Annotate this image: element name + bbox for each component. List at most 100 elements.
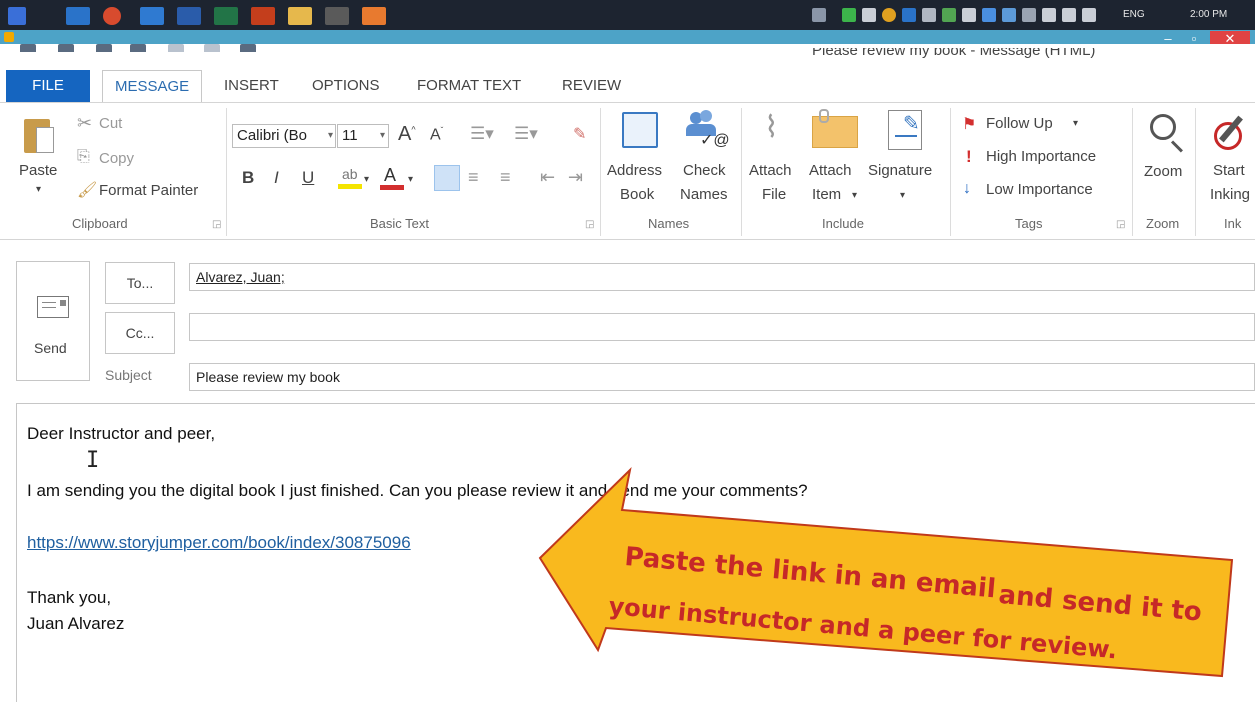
decrease-indent-icon[interactable]: ⇤: [540, 167, 555, 188]
cc-field[interactable]: [189, 313, 1255, 341]
tray-network-icon[interactable]: [942, 8, 956, 22]
body-signature[interactable]: Juan Alvarez: [27, 614, 124, 634]
cut-button[interactable]: Cut: [99, 115, 122, 132]
italic-button[interactable]: I: [274, 168, 279, 188]
highlight-icon[interactable]: ab: [338, 166, 362, 190]
tab-insert[interactable]: INSERT: [212, 70, 291, 102]
tray-volume-icon[interactable]: [862, 8, 876, 22]
highlight-dropdown-icon[interactable]: ▾: [364, 174, 369, 185]
tab-message[interactable]: MESSAGE: [102, 70, 203, 102]
signature-dropdown-icon[interactable]: ▾: [900, 190, 905, 201]
signature-icon[interactable]: ✎: [888, 110, 922, 150]
basic-text-launcher-icon[interactable]: ◲: [585, 219, 594, 230]
tray-signal-icon[interactable]: [1082, 8, 1096, 22]
tray-check-icon[interactable]: [842, 8, 856, 22]
body-paragraph[interactable]: I am sending you the digital book I just…: [27, 481, 808, 501]
attach-item-dropdown-icon[interactable]: ▾: [852, 190, 857, 201]
font-name-select[interactable]: Calibri (Bo ▾: [232, 124, 336, 148]
to-button[interactable]: To...: [105, 262, 175, 304]
align-right-icon[interactable]: ≡: [500, 167, 511, 188]
tray-people-icon[interactable]: [962, 8, 976, 22]
address-book-button[interactable]: Address: [607, 162, 662, 179]
qat-up-icon[interactable]: [168, 44, 184, 52]
font-size-select[interactable]: 11 ▾: [337, 124, 389, 148]
numbering-icon[interactable]: ☰▾: [514, 124, 538, 144]
tray-settings-icon[interactable]: [1042, 8, 1056, 22]
font-color-dropdown-icon[interactable]: ▾: [408, 174, 413, 185]
outlook-taskbar-icon[interactable]: [66, 7, 90, 25]
shrink-font-icon[interactable]: Aˇ: [430, 126, 443, 144]
paste-dropdown-icon[interactable]: ▾: [36, 184, 41, 195]
start-inking-button[interactable]: Start: [1213, 162, 1245, 179]
qat-customize-icon[interactable]: [240, 44, 256, 52]
copy-button[interactable]: Copy: [99, 150, 134, 167]
tray-chrome-icon[interactable]: [882, 8, 896, 22]
tray-keyboard-icon[interactable]: [812, 8, 826, 22]
attach-item-button[interactable]: Attach: [809, 162, 852, 179]
to-field[interactable]: Alvarez, Juan;: [189, 263, 1255, 291]
to-recipient[interactable]: Alvarez, Juan;: [196, 269, 285, 285]
align-left-icon[interactable]: [434, 165, 460, 191]
underline-button[interactable]: U: [302, 168, 314, 188]
high-importance-button[interactable]: High Importance: [986, 148, 1096, 165]
check-names-icon[interactable]: ✓@: [686, 110, 730, 150]
clipboard-launcher-icon[interactable]: ◲: [212, 219, 221, 230]
grow-font-icon[interactable]: A^: [398, 123, 416, 146]
attach-item-button-line2[interactable]: Item: [812, 186, 841, 203]
body-closing[interactable]: Thank you,: [27, 588, 111, 608]
tray-outlook-icon[interactable]: [902, 8, 916, 22]
ie-taskbar-icon[interactable]: [140, 7, 164, 25]
app-taskbar-icon[interactable]: [325, 7, 349, 25]
tab-format-text[interactable]: FORMAT TEXT: [405, 70, 533, 102]
tab-review[interactable]: REVIEW: [550, 70, 633, 102]
cc-button[interactable]: Cc...: [105, 312, 175, 354]
tray-sync-icon[interactable]: [1022, 8, 1036, 22]
qat-down-icon[interactable]: [204, 44, 220, 52]
tab-file[interactable]: FILE: [6, 70, 90, 102]
explorer-taskbar-icon[interactable]: [288, 7, 312, 25]
align-center-icon[interactable]: ≡: [468, 167, 479, 188]
clear-formatting-icon[interactable]: ✎: [573, 124, 586, 144]
qat-undo-icon[interactable]: [96, 44, 112, 52]
low-importance-button[interactable]: Low Importance: [986, 181, 1093, 198]
bullets-icon[interactable]: ☰▾: [470, 124, 494, 144]
address-book-icon[interactable]: [622, 112, 658, 148]
tray-language[interactable]: ENG: [1123, 9, 1145, 20]
start-inking-button-line2[interactable]: Inking: [1210, 186, 1255, 203]
check-names-button[interactable]: Check: [683, 162, 726, 179]
qat-save-icon-2[interactable]: [58, 44, 74, 52]
media-taskbar-icon[interactable]: [362, 7, 386, 25]
format-painter-button[interactable]: Format Painter: [99, 182, 198, 199]
tab-options[interactable]: OPTIONS: [300, 70, 392, 102]
inking-icon[interactable]: [1212, 112, 1252, 156]
increase-indent-icon[interactable]: ⇥: [568, 167, 583, 188]
tray-bluetooth-icon[interactable]: [982, 8, 996, 22]
body-link[interactable]: https://www.storyjumper.com/book/index/3…: [27, 533, 411, 553]
envelope-icon[interactable]: [812, 109, 858, 148]
check-names-button-line2[interactable]: Names: [680, 186, 728, 203]
zoom-button[interactable]: Zoom: [1144, 163, 1182, 180]
signature-button[interactable]: Signature: [868, 162, 932, 179]
body-greeting[interactable]: Deer Instructor and peer,: [27, 424, 215, 444]
tray-app-icon[interactable]: [922, 8, 936, 22]
powerpoint-taskbar-icon[interactable]: [251, 7, 275, 25]
paste-button[interactable]: Paste: [19, 162, 57, 179]
font-color-icon[interactable]: A: [380, 165, 404, 191]
tags-launcher-icon[interactable]: ◲: [1116, 219, 1125, 230]
paste-icon[interactable]: [24, 113, 54, 155]
send-button[interactable]: Send: [16, 261, 90, 381]
paperclip-icon[interactable]: ⌇: [764, 110, 779, 145]
subject-field[interactable]: Please review my book: [189, 363, 1255, 391]
zoom-icon[interactable]: [1148, 112, 1188, 156]
attach-file-button[interactable]: Attach: [749, 162, 792, 179]
start-icon[interactable]: [8, 7, 26, 25]
word-taskbar-icon[interactable]: [177, 7, 201, 25]
tray-battery-icon[interactable]: [1062, 8, 1076, 22]
address-book-button-line2[interactable]: Book: [620, 186, 654, 203]
follow-up-button[interactable]: Follow Up: [986, 115, 1053, 132]
follow-up-dropdown-icon[interactable]: ▾: [1073, 118, 1078, 129]
chrome-taskbar-icon[interactable]: [103, 7, 121, 25]
bold-button[interactable]: B: [242, 168, 254, 188]
tray-clock[interactable]: 2:00 PM: [1190, 9, 1227, 20]
qat-redo-icon[interactable]: [130, 44, 146, 52]
